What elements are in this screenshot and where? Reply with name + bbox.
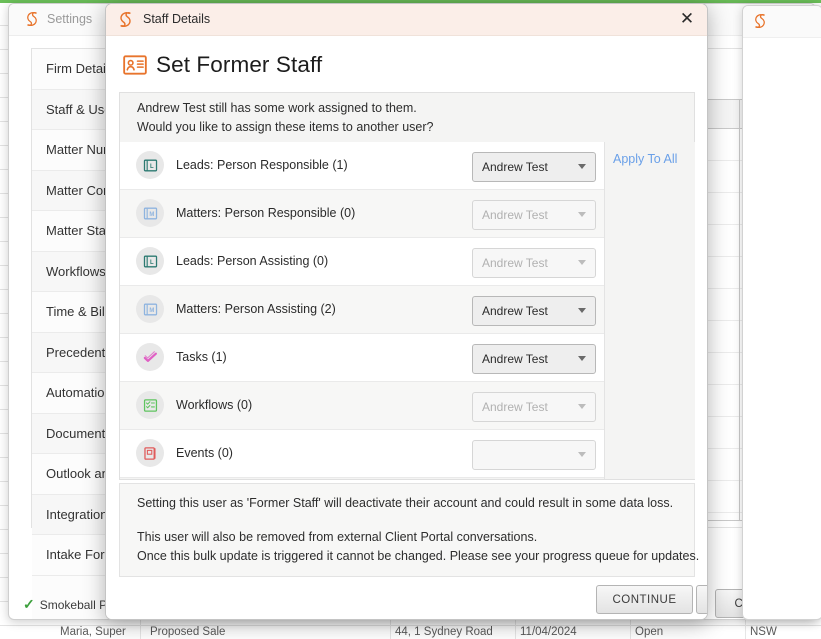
sidebar-item-label: Workflows xyxy=(46,263,106,279)
staff-details-dialog[interactable]: Staff Details ✕ Set Former Staff Andrew … xyxy=(105,3,708,620)
work-row-label: Leads: Person Responsible (1) xyxy=(176,158,348,172)
matters-icon: M xyxy=(136,199,164,227)
question-block: Andrew Test still has some work assigned… xyxy=(120,93,694,143)
workflows-icon xyxy=(136,391,164,419)
work-rows-list: L Leads: Person Responsible (1) Andrew Tes… xyxy=(120,142,604,478)
work-row-label: Workflows (0) xyxy=(176,398,253,412)
assignee-select-value: Andrew Test xyxy=(482,160,548,174)
assignee-select[interactable]: Andrew Test xyxy=(472,296,596,326)
smokeball-s-logo-icon xyxy=(120,12,131,27)
background-window-right[interactable] xyxy=(742,5,821,620)
work-row: Workflows (0) Andrew Test xyxy=(120,382,604,430)
background-table-bottom-row: Maria, Super Proposed Sale 44, 1 Sydney Ro… xyxy=(0,626,821,639)
chevron-down-icon xyxy=(578,260,586,265)
assignee-select-value: Andrew Test xyxy=(482,400,548,414)
sidebar-item-label: Integrations xyxy=(46,506,114,522)
dialog-titlebar: Staff Details ✕ xyxy=(106,4,707,36)
table-column-divider xyxy=(739,100,740,520)
assignee-select: Andrew Test xyxy=(472,248,596,278)
warning-line-1: Setting this user as 'Former Staff' will… xyxy=(137,496,674,510)
work-row: M Matters: Person Responsible (0) Andrew T… xyxy=(120,190,604,238)
background-table-cell: Open xyxy=(635,626,664,638)
assignee-select-value: Andrew Test xyxy=(482,256,548,270)
assignee-select: Andrew Test xyxy=(472,200,596,230)
events-icon xyxy=(136,439,164,467)
svg-text:L: L xyxy=(150,164,154,170)
warning-line-2: This user will also be removed from exte… xyxy=(137,530,538,544)
work-row: L Leads: Person Assisting (0) Andrew Test xyxy=(120,238,604,286)
chevron-down-icon xyxy=(578,308,586,313)
assignee-select-value: Andrew Test xyxy=(482,352,548,366)
work-row-label: Events (0) xyxy=(176,446,233,460)
work-row-label: Tasks (1) xyxy=(176,350,227,364)
leads-icon: L xyxy=(136,247,164,275)
svg-text:L: L xyxy=(150,260,154,266)
chevron-down-icon xyxy=(578,356,586,361)
svg-text:M: M xyxy=(149,212,154,218)
cancel-button[interactable]: CANCEL xyxy=(696,585,707,614)
apply-to-all-column: Apply To All xyxy=(604,142,695,479)
dialog-title: Staff Details xyxy=(143,12,211,26)
background-table-cell: 11/04/2024 xyxy=(520,626,577,638)
settings-window-title: Settings xyxy=(47,12,93,26)
leads-icon: L xyxy=(136,151,164,179)
question-line-1: Andrew Test still has some work assigned… xyxy=(137,101,417,115)
assignee-select: Andrew Test xyxy=(472,392,596,422)
chevron-down-icon xyxy=(578,404,586,409)
background-table-cell: NSW xyxy=(750,626,777,638)
continue-button[interactable]: CONTINUE xyxy=(596,585,693,614)
assignee-select[interactable]: Andrew Test xyxy=(472,344,596,374)
assignment-panel: Andrew Test still has some work assigned… xyxy=(119,92,695,480)
assignee-select[interactable]: Andrew Test xyxy=(472,152,596,182)
question-line-2: Would you like to assign these items to … xyxy=(137,120,434,134)
work-row: Events (0) xyxy=(120,430,604,478)
page-title: Set Former Staff xyxy=(122,44,322,86)
assignee-select-value: Andrew Test xyxy=(482,304,548,318)
contact-card-icon xyxy=(123,55,147,75)
background-table-cell: 44, 1 Sydney Road xyxy=(395,626,493,638)
work-row-label: Matters: Person Responsible (0) xyxy=(176,206,356,220)
assignee-select-value: Andrew Test xyxy=(482,208,548,222)
work-row: L Leads: Person Responsible (1) Andrew Tes… xyxy=(120,142,604,190)
background-table-cell: Proposed Sale xyxy=(150,626,226,638)
assignee-select xyxy=(472,440,596,470)
work-row-label: Leads: Person Assisting (0) xyxy=(176,254,329,268)
work-row: Tasks (1) Andrew Test xyxy=(120,334,604,382)
warning-line-3: Once this bulk update is triggered it ca… xyxy=(137,549,700,563)
work-row-label: Matters: Person Assisting (2) xyxy=(176,302,336,316)
work-row: M Matters: Person Assisting (2) Andrew Tes… xyxy=(120,286,604,334)
chevron-down-icon xyxy=(578,164,586,169)
chevron-down-icon xyxy=(578,452,586,457)
green-check-icon: ✓ xyxy=(23,596,35,612)
warning-block: Setting this user as 'Former Staff' will… xyxy=(119,483,699,577)
chevron-down-icon xyxy=(578,212,586,217)
tasks-icon xyxy=(136,343,164,371)
dialog-footer: CONTINUE CANCEL xyxy=(106,580,707,619)
svg-text:M: M xyxy=(149,308,154,314)
background-window-titlebar xyxy=(743,6,821,38)
dialog-close-icon[interactable]: ✕ xyxy=(676,8,698,30)
background-table-cell: Maria, Super xyxy=(60,626,126,638)
page-title-text: Set Former Staff xyxy=(156,52,323,77)
matters-icon: M xyxy=(136,295,164,323)
smokeball-s-logo-icon xyxy=(27,11,37,27)
smokeball-s-logo-icon xyxy=(755,13,765,29)
apply-to-all-link[interactable]: Apply To All xyxy=(613,152,677,166)
sidebar-item-label: Automation xyxy=(46,385,112,400)
